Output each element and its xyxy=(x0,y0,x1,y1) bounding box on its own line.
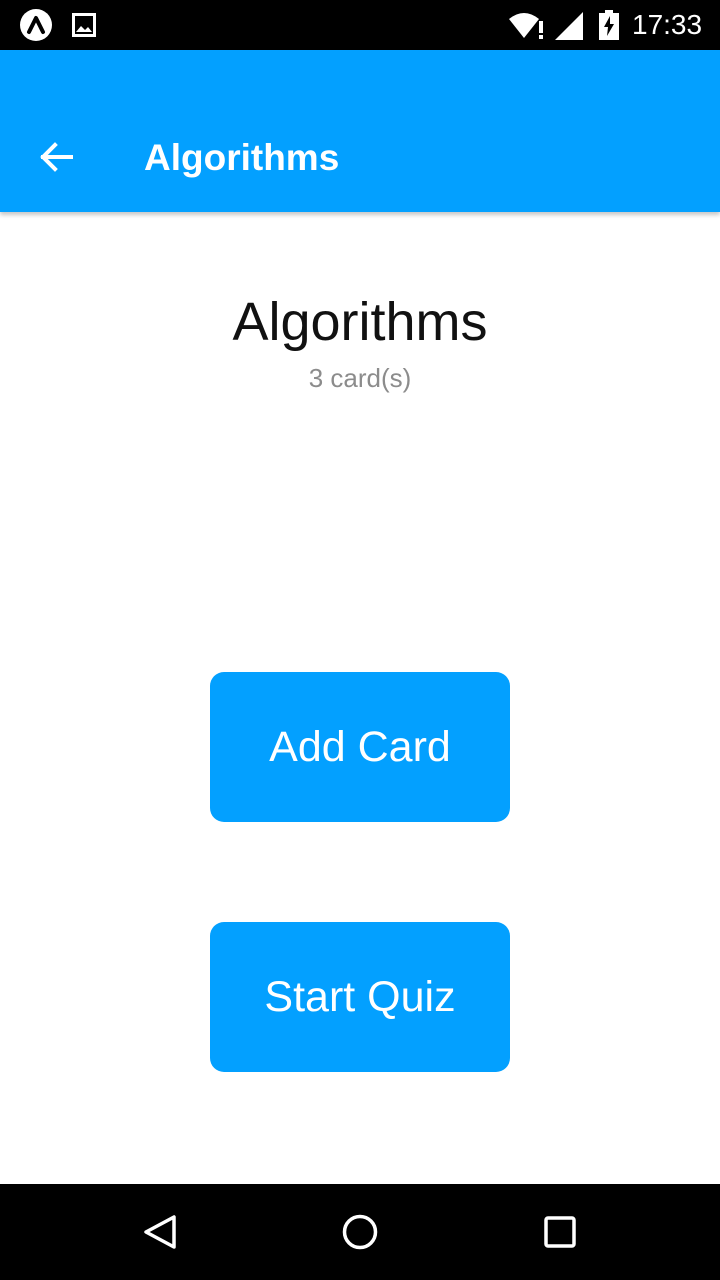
back-button[interactable] xyxy=(30,134,82,180)
status-bar: 17:33 xyxy=(0,0,720,50)
gallery-icon xyxy=(72,13,96,37)
app-bar-title: Algorithms xyxy=(144,137,340,178)
nav-back-icon xyxy=(144,1215,176,1249)
battery-charging-icon xyxy=(599,10,619,40)
arrow-left-icon xyxy=(40,142,73,172)
signal-icon xyxy=(555,12,583,40)
deck-card-count: 3 card(s) xyxy=(308,363,412,393)
deck-title: Algorithms xyxy=(232,292,488,352)
nav-recents-button[interactable] xyxy=(528,1202,592,1262)
status-time: 17:33 xyxy=(632,9,703,40)
nav-back-button[interactable] xyxy=(128,1202,192,1262)
expo-icon xyxy=(20,9,52,41)
nav-home-button[interactable] xyxy=(328,1202,392,1262)
start-quiz-button[interactable]: Start Quiz xyxy=(210,922,510,1072)
app-bar: Algorithms xyxy=(0,50,720,212)
navigation-bar xyxy=(0,1184,720,1280)
nav-home-icon xyxy=(342,1214,378,1250)
nav-recents-icon xyxy=(544,1216,576,1248)
add-card-button[interactable]: Add Card xyxy=(210,672,510,822)
wifi-alert-icon xyxy=(508,10,546,40)
